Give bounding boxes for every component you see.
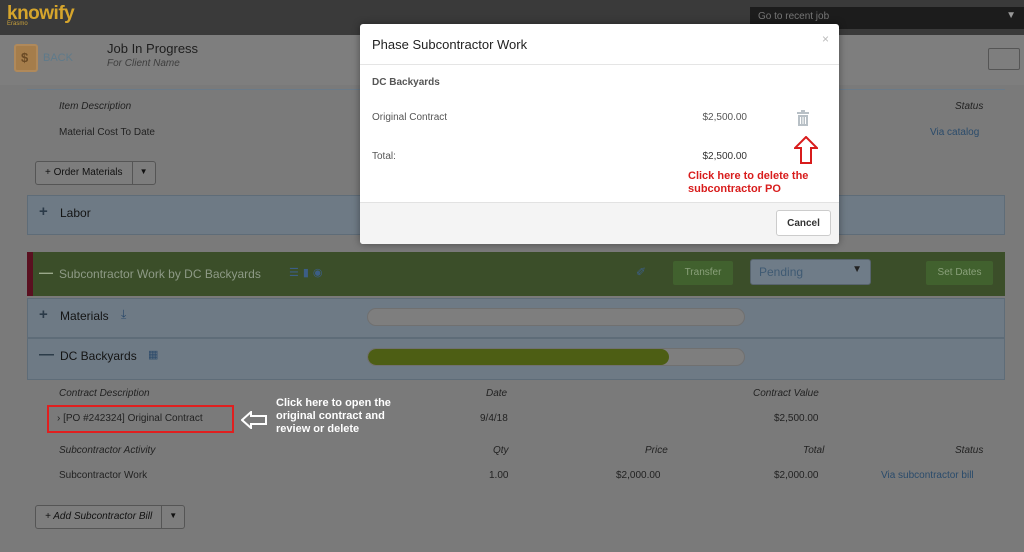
activity-price: $2,000.00 bbox=[616, 470, 661, 481]
status-value: Pending bbox=[759, 265, 804, 279]
collapse-icon[interactable]: — bbox=[39, 264, 53, 280]
col-subcontractor-activity: Subcontractor Activity bbox=[59, 445, 156, 456]
annotation-line: Click here to open the bbox=[276, 397, 391, 409]
chevron-down-icon: ▼ bbox=[1006, 10, 1016, 21]
modal-line-amount: $2,500.00 bbox=[702, 112, 748, 123]
materials-label: Materials bbox=[60, 309, 109, 323]
annotation-line: original contract and bbox=[276, 410, 385, 422]
modal-total-amount: $2,500.00 bbox=[702, 151, 748, 162]
download-icon[interactable]: ⤓ bbox=[121, 307, 126, 322]
chevron-down-icon[interactable]: ▼ bbox=[162, 506, 184, 528]
status-select[interactable]: Pending ▼ bbox=[750, 259, 871, 285]
annotation-line: subcontractor PO bbox=[688, 183, 781, 195]
add-bill-button-group: + Add Subcontractor Bill ▼ bbox=[35, 505, 186, 529]
labor-label: Labor bbox=[60, 206, 91, 220]
activity-qty: 1.00 bbox=[489, 470, 509, 481]
annotation-line: Click here to delete the bbox=[688, 170, 809, 182]
client-name: For Client Name bbox=[107, 58, 180, 69]
recent-job-label: Go to recent job bbox=[758, 11, 830, 22]
col-contract-value: Contract Value bbox=[753, 388, 819, 399]
col-contract-description: Contract Description bbox=[59, 388, 150, 399]
annotation-open-contract: Click here to open the original contract… bbox=[276, 397, 391, 436]
page-title: Job In Progress bbox=[107, 41, 199, 56]
original-contract-row[interactable]: › [PO #242324] Original Contract bbox=[47, 405, 234, 433]
annotation-line: review or delete bbox=[276, 423, 360, 435]
collapse-icon[interactable]: — bbox=[39, 346, 54, 363]
material-cost-label: Material Cost To Date bbox=[59, 127, 155, 138]
back-button[interactable]: BACK bbox=[43, 52, 73, 64]
modal-line-label: Original Contract bbox=[372, 112, 448, 123]
add-subcontractor-bill-button[interactable]: + Add Subcontractor Bill bbox=[36, 506, 163, 528]
list-chat-icons[interactable]: ☰▮◉ bbox=[289, 266, 327, 279]
col-qty: Qty bbox=[493, 445, 509, 456]
modal-subcontractor-name: DC Backyards bbox=[372, 77, 440, 88]
expand-icon[interactable]: + bbox=[39, 203, 48, 220]
arrow-up-icon bbox=[794, 136, 818, 164]
chevron-down-icon[interactable]: ▼ bbox=[133, 162, 155, 184]
activity-total: $2,000.00 bbox=[774, 470, 819, 481]
activity-name: Subcontractor Work bbox=[59, 470, 148, 481]
col-item-description: Item Description bbox=[59, 101, 132, 112]
col-price: Price bbox=[645, 445, 668, 456]
document-icon[interactable]: ▦ bbox=[148, 348, 158, 361]
vendor-progress-fill bbox=[368, 349, 669, 365]
contract-description[interactable]: [PO #242324] Original Contract bbox=[63, 413, 203, 424]
contract-date: 9/4/18 bbox=[480, 413, 508, 424]
close-icon[interactable]: × bbox=[822, 32, 829, 46]
col-total: Total bbox=[803, 445, 825, 456]
annotation-delete-po: Click here to delete the subcontractor P… bbox=[688, 170, 808, 196]
via-subcontractor-bill-link[interactable]: Via subcontractor bill bbox=[881, 470, 974, 481]
transfer-button[interactable]: Transfer bbox=[673, 261, 733, 285]
modal-total-label: Total: bbox=[372, 151, 396, 162]
contract-value: $2,500.00 bbox=[774, 413, 819, 424]
paperclip-icon[interactable]: ✐ bbox=[636, 265, 646, 279]
subcontractor-header: — Subcontractor Work by DC Backyards ☰▮◉… bbox=[27, 252, 1005, 296]
cancel-button[interactable]: Cancel bbox=[776, 210, 831, 236]
col-status: Status bbox=[955, 101, 984, 112]
dollar-document-icon[interactable] bbox=[14, 44, 38, 72]
phase-subcontractor-modal: Phase Subcontractor Work × DC Backyards … bbox=[360, 24, 839, 244]
col-date: Date bbox=[486, 388, 508, 399]
materials-progress-bar bbox=[367, 308, 745, 326]
order-materials-button[interactable]: + Order Materials bbox=[36, 162, 133, 184]
arrow-left-icon bbox=[241, 411, 267, 429]
col-status: Status bbox=[955, 445, 984, 456]
order-materials-button-group: + Order Materials ▼ bbox=[35, 161, 156, 185]
set-dates-button[interactable]: Set Dates bbox=[926, 261, 993, 285]
modal-header: Phase Subcontractor Work × bbox=[360, 24, 839, 65]
app-logo-subtitle: Erasmo bbox=[7, 21, 28, 27]
vendor-progress-bar bbox=[367, 348, 745, 366]
trash-icon[interactable] bbox=[796, 110, 810, 126]
subcontractor-title: Subcontractor Work by DC Backyards bbox=[59, 267, 261, 281]
contact-card-icon[interactable] bbox=[988, 48, 1020, 70]
vendor-label: DC Backyards bbox=[60, 349, 137, 363]
expand-icon[interactable]: + bbox=[39, 306, 48, 323]
modal-footer: Cancel bbox=[360, 202, 839, 244]
modal-title: Phase Subcontractor Work bbox=[372, 37, 528, 52]
chevron-down-icon: ▼ bbox=[852, 264, 862, 275]
via-catalog-link[interactable]: Via catalog bbox=[930, 127, 979, 138]
